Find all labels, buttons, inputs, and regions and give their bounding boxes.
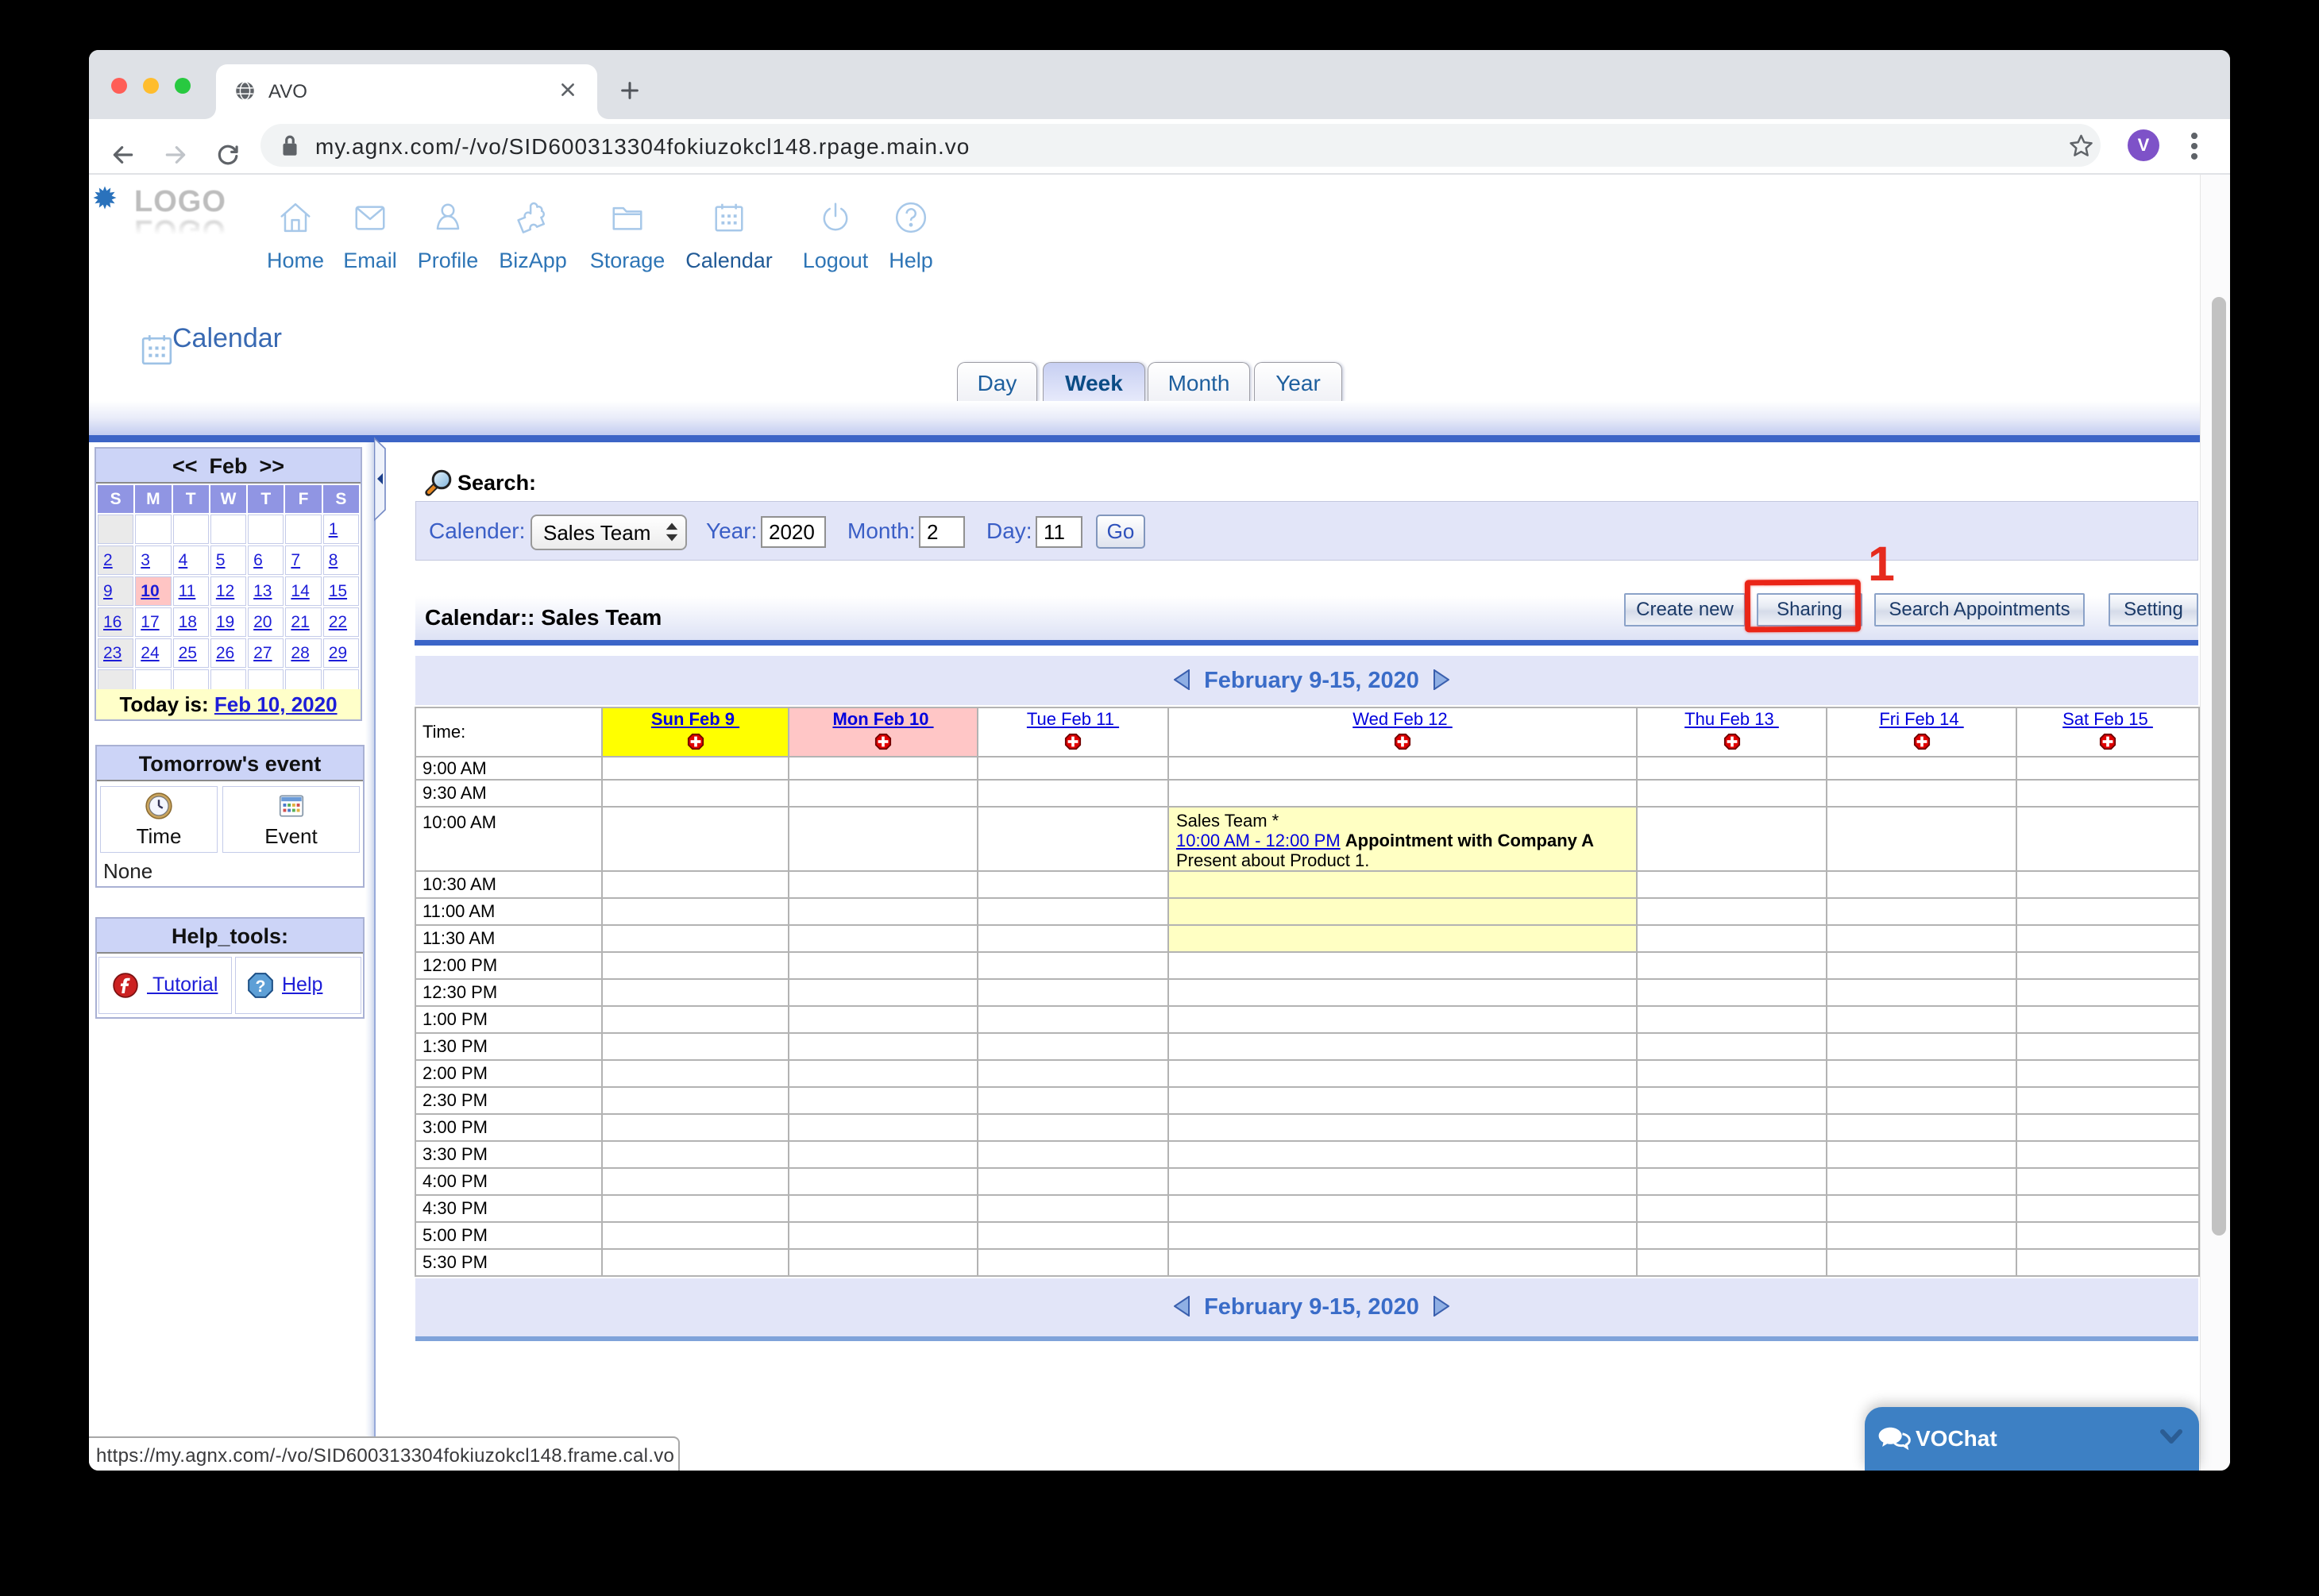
svg-text:?: ? [256,977,266,996]
